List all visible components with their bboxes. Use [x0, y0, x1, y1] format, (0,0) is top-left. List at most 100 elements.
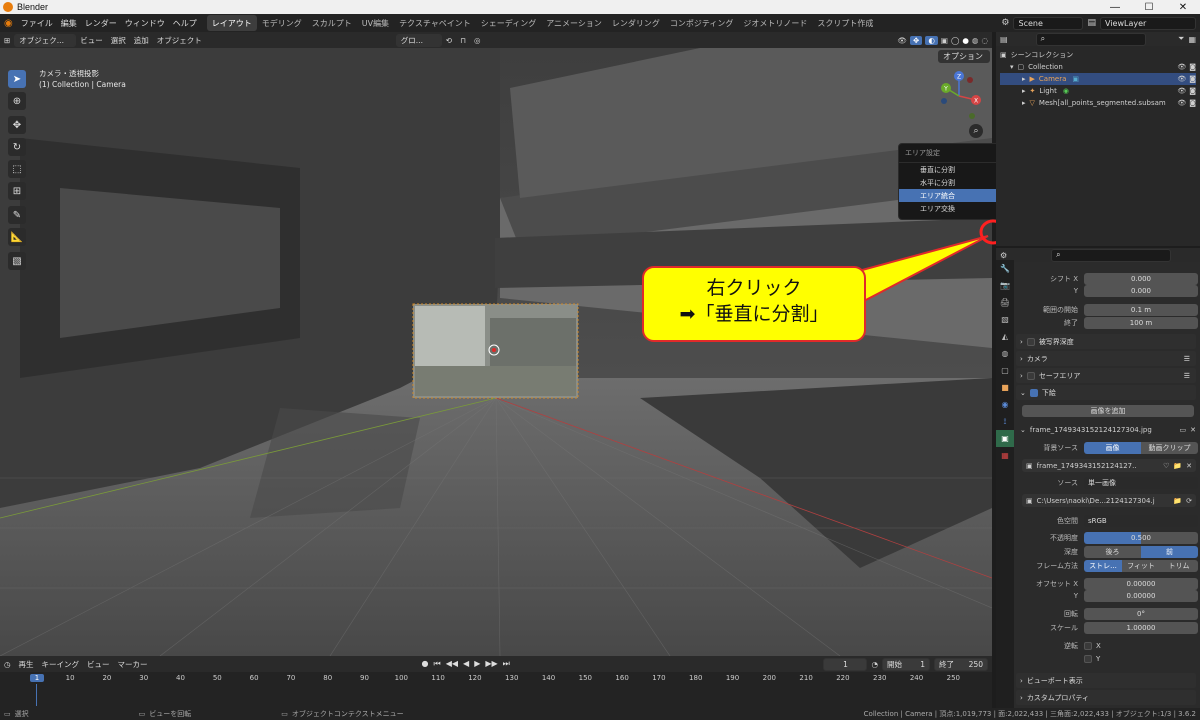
- visibility-eye-icon[interactable]: 👁: [1177, 63, 1186, 71]
- render-tab-icon[interactable]: 📷: [996, 277, 1014, 294]
- dof-section[interactable]: › 被写界深度: [1016, 334, 1196, 349]
- camera-render-icon[interactable]: ◙: [1189, 75, 1196, 83]
- object-tab-icon[interactable]: ■: [996, 379, 1014, 396]
- tl-menu-marker[interactable]: マーカー: [114, 655, 152, 673]
- filepath-browse-icon[interactable]: 📁: [1173, 497, 1182, 505]
- output-tab-icon[interactable]: 🖨: [996, 294, 1014, 311]
- expand-collection-icon[interactable]: ▾: [1010, 63, 1014, 71]
- frame-method-fit-button[interactable]: フィット: [1122, 559, 1160, 572]
- current-frame: 1: [843, 659, 848, 669]
- new-collection-icon[interactable]: ▦: [1188, 35, 1196, 44]
- scene-tab-icon[interactable]: ◭: [996, 328, 1014, 345]
- frame-method-stretch-button[interactable]: ストレ...: [1084, 559, 1122, 572]
- opacity-slider[interactable]: 0.500: [1084, 531, 1198, 544]
- safe-areas-section[interactable]: › セーフエリア ☰: [1016, 368, 1196, 383]
- shift-y-field[interactable]: 0.000: [1084, 284, 1198, 297]
- light-render-icon[interactable]: ◙: [1189, 87, 1196, 95]
- dof-checkbox[interactable]: [1026, 337, 1035, 346]
- outliner-search[interactable]: ⌕: [1035, 32, 1146, 46]
- custom-props-section[interactable]: › カスタムプロパティ: [1016, 690, 1196, 705]
- outliner-item-light[interactable]: ▸ ✦ Light ◉ 👁 ◙: [1000, 85, 1196, 97]
- flip-x-checkbox[interactable]: [1084, 641, 1092, 650]
- image-datablock-name[interactable]: frame_1749343152124127...: [1037, 462, 1137, 470]
- play-icon[interactable]: ▶: [474, 659, 480, 669]
- outliner-editor-icon[interactable]: ▤: [1000, 35, 1008, 44]
- properties-editor-icon[interactable]: ⚙: [1000, 251, 1007, 260]
- opacity-label: 不透明度: [1050, 533, 1078, 542]
- image-open-icon[interactable]: 📁: [1173, 462, 1182, 470]
- shift-x-field[interactable]: 0.000: [1084, 272, 1198, 285]
- offset-y-field[interactable]: 0.00000: [1084, 589, 1198, 602]
- clip-start-field[interactable]: 0.1 m: [1084, 303, 1198, 316]
- outliner-item-mesh[interactable]: ▸ ▽ Mesh[all_points_segmented.subsam 👁 ◙: [1000, 97, 1196, 109]
- image-unlink-icon[interactable]: ✕: [1186, 462, 1192, 470]
- expand-camera-icon[interactable]: ▸: [1022, 75, 1026, 83]
- outliner-scene-collection[interactable]: ▣ シーンコレクション: [1000, 49, 1196, 61]
- start-frame-field[interactable]: 開始 1: [882, 657, 930, 671]
- expand-mesh-icon[interactable]: ▸: [1022, 99, 1026, 107]
- image-browse-icon[interactable]: ▣: [1026, 462, 1033, 470]
- light-icon: ✦: [1029, 87, 1036, 95]
- jump-end-icon[interactable]: ⏭: [503, 659, 510, 669]
- play-reverse-icon[interactable]: ◀: [463, 659, 469, 669]
- record-icon[interactable]: ●: [422, 659, 429, 669]
- prev-key-icon[interactable]: ◀◀: [446, 659, 458, 669]
- expand-light-icon[interactable]: ▸: [1022, 87, 1026, 95]
- viewport-display-label: ビューポート表示: [1026, 676, 1083, 685]
- tl-menu-view[interactable]: ビュー: [83, 655, 114, 673]
- playhead[interactable]: [36, 684, 37, 706]
- camera-section[interactable]: › カメラ ☰: [1016, 351, 1196, 366]
- texture-tab-icon[interactable]: ▦: [996, 447, 1014, 464]
- safe-areas-checkbox[interactable]: [1026, 371, 1035, 380]
- end-frame-field[interactable]: 終了 250: [934, 657, 988, 671]
- bg-images-checkbox[interactable]: [1029, 388, 1038, 397]
- timeline-tick-label: 10: [65, 674, 75, 682]
- render-camera-icon[interactable]: ◙: [1189, 63, 1196, 71]
- filepath-field[interactable]: C:\Users\naoki\De...2124127304.jpg: [1037, 497, 1155, 505]
- next-key-icon[interactable]: ▶▶: [485, 659, 497, 669]
- properties-search[interactable]: ⌕: [1051, 248, 1172, 262]
- camera-data-tab-icon[interactable]: ▣: [996, 430, 1014, 447]
- viewport-display-section[interactable]: › ビューポート表示: [1016, 673, 1196, 688]
- camera-presets-icon[interactable]: ☰: [1184, 355, 1190, 363]
- filter-icon[interactable]: ⏷: [1178, 34, 1184, 44]
- bg-image-display-icon[interactable]: ▭: [1180, 426, 1187, 434]
- safe-areas-presets-icon[interactable]: ☰: [1184, 372, 1190, 380]
- outliner-item-camera[interactable]: ▸ ▶ Camera ▣ 👁 ◙: [1000, 73, 1196, 85]
- bg-source-image-button[interactable]: 画像: [1084, 441, 1141, 454]
- image-fake-user-icon[interactable]: ♡: [1163, 462, 1169, 470]
- add-image-button[interactable]: 画像を追加: [1022, 405, 1194, 417]
- tl-menu-keying[interactable]: キーイング: [38, 655, 84, 673]
- camera-visibility-icon[interactable]: 👁: [1177, 75, 1186, 83]
- light-visibility-icon[interactable]: 👁: [1177, 87, 1186, 95]
- frame-method-crop-button[interactable]: トリム: [1160, 559, 1198, 572]
- timeline-editor-icon[interactable]: ◷: [0, 655, 15, 673]
- tool-tab-icon[interactable]: 🔧: [996, 260, 1014, 277]
- constraints-tab-icon[interactable]: ⟟: [996, 413, 1014, 430]
- source-select[interactable]: 単一画像: [1084, 476, 1198, 489]
- colorspace-select[interactable]: sRGB: [1084, 514, 1198, 527]
- jump-start-icon[interactable]: ⏮: [434, 659, 441, 669]
- flip-y-checkbox[interactable]: [1084, 654, 1092, 663]
- mesh-visibility-icon[interactable]: 👁: [1177, 99, 1186, 107]
- bg-image-expand-icon[interactable]: ⌄: [1020, 426, 1026, 434]
- bg-source-clip-button[interactable]: 動画クリップ: [1141, 441, 1198, 454]
- timeline-ruler[interactable]: 1 10 20 30 40 50 60 70 80 90 100 110 120 130 140 150 160…: [0, 672, 992, 708]
- tl-menu-playback[interactable]: 再生: [15, 655, 38, 673]
- rotation-field[interactable]: 0°: [1084, 607, 1198, 620]
- bg-image-remove-icon[interactable]: ✕: [1190, 426, 1196, 434]
- physics-tab-icon[interactable]: ◉: [996, 396, 1014, 413]
- mesh-render-icon[interactable]: ◙: [1189, 99, 1196, 107]
- world-tab-icon[interactable]: ◍: [996, 345, 1014, 362]
- offset-x-field[interactable]: 0.00000: [1084, 577, 1198, 590]
- depth-back-button[interactable]: 後ろ: [1084, 545, 1141, 558]
- clip-end-field[interactable]: 100 m: [1084, 316, 1198, 329]
- view-layer-tab-icon[interactable]: ▧: [996, 311, 1014, 328]
- scale-field[interactable]: 1.00000: [1084, 621, 1198, 634]
- filepath-reload-icon[interactable]: ⟳: [1186, 497, 1192, 505]
- depth-front-button[interactable]: 前: [1141, 545, 1198, 558]
- outliner-collection[interactable]: ▾ ▢ Collection 👁 ◙: [1000, 61, 1196, 73]
- background-images-section[interactable]: ⌄ 下絵: [1016, 385, 1196, 400]
- collection-tab-icon[interactable]: ▢: [996, 362, 1014, 379]
- current-frame-field[interactable]: 1: [823, 657, 868, 671]
